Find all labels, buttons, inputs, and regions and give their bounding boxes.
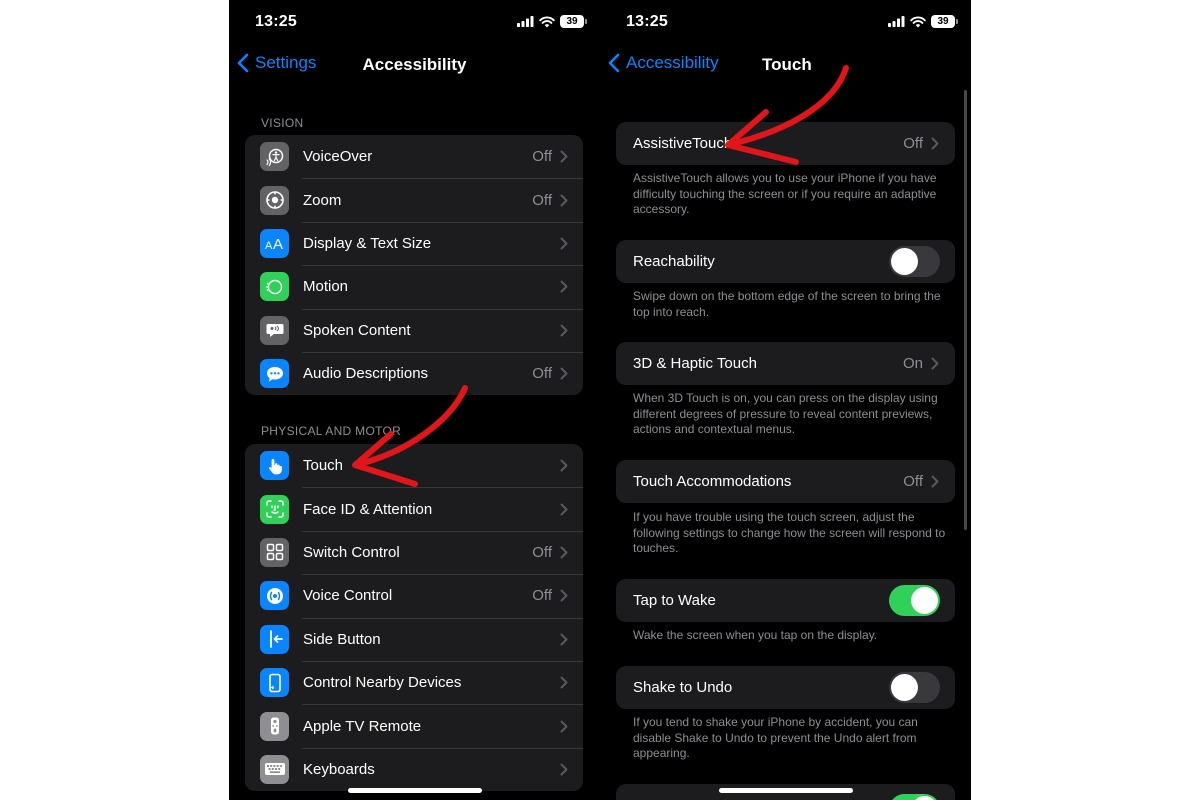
nearby-devices-icon [260,668,289,698]
navigation-bar: Accessibility Touch [600,44,971,88]
audio-descriptions-icon [260,359,289,389]
section-header-physical-motor: PHYSICAL AND MOTOR [261,424,402,438]
home-indicator [347,788,482,793]
page-title: Touch [762,55,812,74]
row-switch-control[interactable]: Switch Control Off [245,530,583,574]
row-touch[interactable]: Touch [245,444,583,487]
chevron-right-icon [560,720,568,733]
row-shake-to-undo: Shake to Undo [616,666,955,709]
reachability-toggle[interactable] [889,246,940,277]
chevron-right-icon [560,459,568,472]
chevron-right-icon [560,633,568,646]
row-voice-control[interactable]: Voice Control Off [245,574,583,617]
cellular-signal-icon [517,16,534,27]
toggle-knob [891,674,918,701]
physical-motor-settings-group: Touch Face ID & Attention Switch Control… [245,444,583,792]
chevron-right-icon [560,676,568,689]
tap-to-wake-footer: Wake the screen when you tap on the disp… [633,628,878,642]
back-button-label: Accessibility [626,53,719,72]
spoken-content-icon [260,315,289,345]
zoom-icon [260,185,289,215]
text-size-icon: AA [260,228,289,258]
chevron-right-icon [560,763,568,776]
voiceover-icon [260,142,289,172]
home-indicator [718,788,853,793]
svg-text:A: A [265,240,273,251]
row-face-id-attention[interactable]: Face ID & Attention [245,487,583,530]
side-button-icon [260,624,289,654]
row-zoom[interactable]: Zoom Off [245,178,583,221]
voice-control-icon [260,581,289,611]
reachability-footer: Swipe down on the bottom edge of the scr… [633,289,941,319]
cellular-signal-icon [888,16,905,27]
chevron-right-icon [931,475,939,488]
battery-indicator: 39 [560,15,587,28]
wifi-icon [910,16,926,27]
row-motion[interactable]: Motion [245,265,583,308]
chevron-right-icon [560,503,568,516]
hand-touch-icon [260,451,289,481]
chevron-right-icon [931,137,939,150]
face-id-icon [260,494,289,524]
switch-control-icon [260,537,289,567]
row-voiceover[interactable]: VoiceOver Off [245,135,583,178]
chevron-right-icon [560,150,568,163]
row-side-button[interactable]: Side Button [245,617,583,661]
battery-indicator: 39 [931,15,958,28]
toggle-knob [891,248,918,275]
toggle-knob [911,587,938,614]
chevron-right-icon [560,589,568,602]
vision-settings-group: VoiceOver Off Zoom Off AA Display & Text… [245,135,583,396]
haptic-touch-footer: When 3D Touch is on, you can press on th… [633,391,938,436]
row-apple-tv-remote[interactable]: Apple TV Remote [245,704,583,747]
chevron-right-icon [560,237,568,250]
navigation-bar: Settings Accessibility [229,44,600,88]
page-title: Accessibility [362,55,467,74]
wifi-icon [539,16,555,27]
partial-toggle[interactable] [889,794,940,800]
status-bar: 13:25 39 [600,0,971,44]
row-keyboards[interactable]: Keyboards [245,747,583,791]
shake-to-undo-footer: If you tend to shake your iPhone by acci… [633,715,918,760]
row-audio-descriptions[interactable]: Audio Descriptions Off [245,351,583,395]
scroll-indicator[interactable] [964,90,967,530]
keyboard-icon [260,754,289,784]
assistivetouch-footer: AssistiveTouch allows you to use your iP… [633,171,937,216]
row-display-text-size[interactable]: AA Display & Text Size [245,221,583,265]
status-time: 13:25 [626,13,668,30]
touch-settings-screen: 13:25 39 Accessibility Touch AssistiveTo… [600,0,971,800]
accessibility-screen: 13:25 39 Settings Accessibility VISION V… [229,0,600,800]
row-assistivetouch[interactable]: AssistiveTouch Off [616,122,955,165]
chevron-right-icon [560,367,568,380]
row-3d-haptic-touch[interactable]: 3D & Haptic Touch On [616,342,955,385]
row-control-nearby-devices[interactable]: Control Nearby Devices [245,660,583,704]
row-reachability: Reachability [616,240,955,283]
tap-to-wake-toggle[interactable] [889,585,940,616]
chevron-right-icon [560,194,568,207]
chevron-right-icon [931,357,939,370]
chevron-left-icon [608,53,620,73]
toggle-knob [911,796,938,800]
svg-text:A: A [273,236,283,251]
section-header-vision: VISION [261,116,304,130]
chevron-right-icon [560,546,568,559]
motion-icon [260,272,289,302]
back-button-accessibility[interactable]: Accessibility [608,53,719,73]
chevron-right-icon [560,324,568,337]
status-bar: 13:25 39 [229,0,600,44]
chevron-right-icon [560,280,568,293]
row-tap-to-wake: Tap to Wake [616,579,955,622]
row-touch-accommodations[interactable]: Touch Accommodations Off [616,460,955,503]
shake-to-undo-toggle[interactable] [889,672,940,703]
status-time: 13:25 [255,13,297,30]
touch-accommodations-footer: If you have trouble using the touch scre… [633,510,946,555]
tv-remote-icon [260,711,289,741]
row-spoken-content[interactable]: Spoken Content [245,308,583,352]
